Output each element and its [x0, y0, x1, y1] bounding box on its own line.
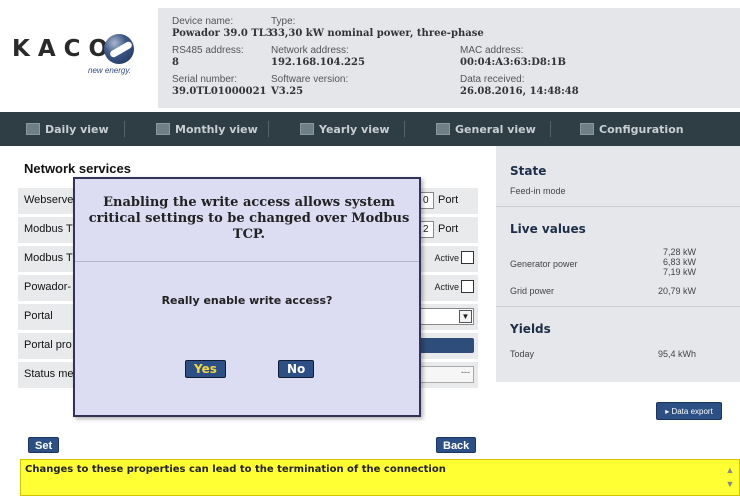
- kaco-logo: KACO new energy.: [12, 32, 162, 92]
- nav-monthly-view[interactable]: Monthly view: [156, 112, 258, 146]
- nav-general-view[interactable]: General view: [436, 112, 536, 146]
- sidebar-divider: [496, 206, 740, 207]
- nav-yearly-view[interactable]: Yearly view: [300, 112, 390, 146]
- state-title: State: [510, 164, 547, 178]
- state-value: Feed-in mode: [510, 186, 566, 196]
- device-name-field: Device name: Powador 39.0 TL3: [172, 16, 273, 40]
- nav-daily-view[interactable]: Daily view: [26, 112, 109, 146]
- device-name-value: Powador 39.0 TL3: [172, 28, 273, 39]
- setting-label: Portal pro: [24, 339, 72, 351]
- mac-address-label: MAC address:: [460, 45, 524, 56]
- port-label: Port: [438, 223, 459, 235]
- device-name-label: Device name:: [172, 16, 234, 27]
- yields-title: Yields: [510, 322, 551, 336]
- logo-tagline: new energy.: [88, 66, 131, 75]
- modbus-active-checkbox[interactable]: [461, 251, 474, 264]
- back-button[interactable]: Back: [436, 437, 477, 453]
- dialog-divider: [75, 261, 419, 262]
- network-address-label: Network address:: [271, 45, 349, 56]
- header: KACO new energy. Device name: Powador 39…: [0, 0, 740, 110]
- mac-address-value: 00:04:A3:63:D8:1B: [460, 57, 566, 68]
- chevron-down-icon: ▼: [459, 310, 472, 323]
- generator-power-phase-2: 6,83 kW: [662, 257, 696, 267]
- rs485-value: 8: [172, 57, 179, 68]
- data-export-button[interactable]: ▸ Data export: [656, 402, 722, 420]
- nav-separator: [550, 121, 551, 137]
- grid-power-value: 20,79 kW: [657, 286, 696, 296]
- generator-power-phase-1: 7,28 kW: [662, 247, 696, 257]
- yearly-view-icon: [300, 123, 314, 135]
- serial-number-value: 39.0TL01000021: [172, 86, 267, 97]
- nav-separator: [404, 121, 405, 137]
- warning-message: Changes to these properties can lead to …: [25, 464, 446, 475]
- write-access-dialog: Enabling the write access allows system …: [73, 177, 421, 417]
- logo-globe-icon: [104, 34, 134, 64]
- mac-address-field: MAC address: 00:04:A3:63:D8:1B: [460, 45, 566, 69]
- today-yield-value: 95,4 kWh: [657, 349, 696, 359]
- type-field: Type: 33,30 kW nominal power, three-phas…: [271, 16, 484, 40]
- dialog-question: Really enable write access?: [161, 294, 333, 307]
- setting-label: Powador-: [24, 281, 72, 293]
- warning-message-box: Changes to these properties can lead to …: [20, 459, 740, 496]
- data-received-value: 26.08.2016, 14:48:48: [460, 86, 579, 97]
- nav-general-view-label: General view: [455, 122, 536, 136]
- active-toggle: Active: [434, 280, 474, 293]
- nav-separator: [124, 121, 125, 137]
- sidebar-divider: [496, 306, 740, 307]
- network-address-field: Network address: 192.168.104.225: [271, 45, 365, 69]
- powador-active-checkbox[interactable]: [461, 280, 474, 293]
- nav-monthly-view-label: Monthly view: [175, 122, 258, 136]
- daily-view-icon: [26, 123, 40, 135]
- data-received-label: Data received:: [460, 74, 525, 85]
- webserver-port-input[interactable]: 0: [420, 192, 434, 209]
- software-version-value: V3.25: [271, 86, 304, 97]
- rs485-field: RS485 address: 8: [172, 45, 244, 69]
- scroll-down-icon[interactable]: ▼: [724, 477, 736, 491]
- setting-label: Modbus T: [24, 223, 73, 235]
- setting-label: Portal: [24, 310, 53, 322]
- device-info-panel: Device name: Powador 39.0 TL3 Type: 33,3…: [158, 8, 740, 108]
- setting-label: Status me: [24, 368, 74, 380]
- grid-power-label: Grid power: [510, 286, 555, 296]
- nav-configuration-label: Configuration: [599, 122, 684, 136]
- active-label: Active: [434, 252, 459, 263]
- type-value: 33,30 kW nominal power, three-phase: [271, 28, 484, 39]
- type-label: Type:: [271, 16, 296, 27]
- dialog-message: Enabling the write access allows system …: [88, 195, 410, 242]
- message-scrollbar[interactable]: ▲ ▼: [724, 463, 736, 493]
- active-label: Active: [434, 281, 459, 292]
- set-button[interactable]: Set: [28, 437, 60, 453]
- nav-daily-view-label: Daily view: [45, 122, 109, 136]
- nav-yearly-view-label: Yearly view: [319, 122, 390, 136]
- generator-power-label: Generator power: [510, 259, 578, 269]
- port-label: Port: [438, 194, 459, 206]
- configuration-icon: [580, 123, 594, 135]
- serial-number-field: Serial number: 39.0TL01000021: [172, 74, 267, 98]
- serial-number-label: Serial number:: [172, 74, 238, 85]
- main-navigation: Daily view Monthly view Yearly view Gene…: [0, 112, 740, 146]
- monthly-view-icon: [156, 123, 170, 135]
- nav-separator: [268, 121, 269, 137]
- general-view-icon: [436, 123, 450, 135]
- yes-button[interactable]: Yes: [185, 360, 226, 378]
- no-button[interactable]: No: [278, 360, 315, 378]
- modbus-port-input[interactable]: 2: [420, 221, 434, 238]
- page-title: Network services: [24, 161, 131, 176]
- software-version-label: Software version:: [271, 74, 349, 85]
- today-yield-label: Today: [510, 349, 535, 359]
- setting-label: Modbus T: [24, 252, 73, 264]
- network-address-value: 192.168.104.225: [271, 57, 365, 68]
- setting-label: Webserve: [24, 194, 74, 206]
- data-received-field: Data received: 26.08.2016, 14:48:48: [460, 74, 579, 98]
- generator-power-phase-3: 7,19 kW: [662, 267, 696, 277]
- live-values-title: Live values: [510, 222, 586, 236]
- logo-text: KACO: [12, 36, 117, 62]
- scroll-up-icon[interactable]: ▲: [724, 463, 736, 477]
- software-version-field: Software version: V3.25: [271, 74, 348, 98]
- rs485-label: RS485 address:: [172, 45, 244, 56]
- active-toggle: Active: [434, 251, 474, 264]
- nav-configuration[interactable]: Configuration: [580, 112, 684, 146]
